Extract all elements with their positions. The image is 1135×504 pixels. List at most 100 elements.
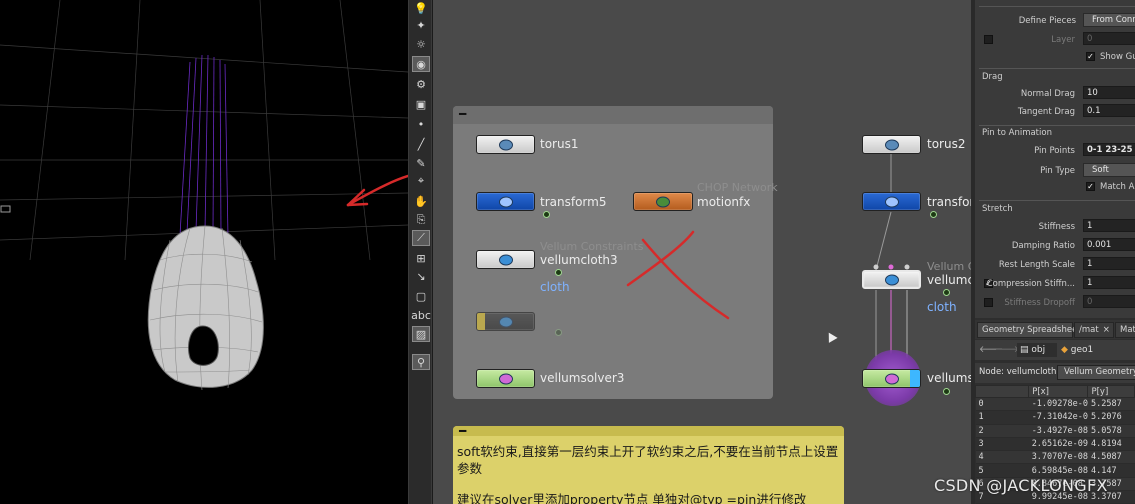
scene-viewport[interactable] [0, 0, 408, 504]
divider [979, 125, 1135, 126]
show-guide-checkbox[interactable]: ✓ [1086, 52, 1095, 61]
display-flag-icon[interactable] [555, 329, 562, 336]
col-py-header[interactable]: P[y] [1087, 385, 1135, 398]
tab-geometry-spreadsheet[interactable]: Geometry Spreadsheet× [977, 322, 1092, 338]
layer-field[interactable]: 0 [1083, 32, 1135, 45]
normal-drag-field[interactable]: 10 [1083, 86, 1135, 99]
node-bypassed-vellum[interactable] [476, 312, 535, 331]
display-flag-blue[interactable] [910, 370, 920, 387]
stiffness-field[interactable]: 1 [1083, 219, 1135, 232]
tab-label: Geometry Spreadsheet [982, 325, 1081, 335]
table-row[interactable]: 2 -3.4927e-08 5.0578 [975, 424, 1135, 438]
frame-icon[interactable]: ▢ [412, 288, 430, 304]
node-transform5[interactable] [476, 192, 535, 211]
tangent-drag-label: Tangent Drag [1017, 107, 1075, 117]
table-row[interactable]: 3 2.65162e-09 4.8194 [975, 437, 1135, 452]
pin-type-menu[interactable]: Soft [1083, 163, 1135, 177]
compression-field[interactable]: 1 [1083, 276, 1135, 289]
node-vellumsolver3[interactable] [476, 369, 535, 388]
display-flag-icon[interactable] [930, 211, 937, 218]
damping-ratio-label: Damping Ratio [1011, 241, 1075, 251]
display-flag-icon[interactable] [943, 289, 950, 296]
vellum-icon [498, 316, 513, 327]
display-flag-icon[interactable] [543, 211, 550, 218]
node-label-transform5: transform5 [540, 195, 607, 209]
node-label-vellumsolver3: vellumsolver3 [540, 371, 625, 385]
camera-view-icon[interactable]: ◉ [412, 56, 430, 72]
define-pieces-label: Define Pieces [1018, 16, 1076, 26]
text-tool[interactable]: abc [411, 307, 431, 323]
node-transform-right[interactable] [862, 192, 921, 211]
vellum-icon [884, 274, 899, 285]
location-pin-icon[interactable]: ⚲ [412, 354, 430, 370]
match-anim-checkbox[interactable]: ✓ [1086, 182, 1095, 191]
rest-length-field[interactable]: 1 [1083, 257, 1135, 270]
stretch-section-label: Stretch [982, 204, 1013, 214]
pin-tool-icon[interactable]: ↘ [412, 268, 430, 284]
node-path-label[interactable]: Node: vellumcloth5 [979, 367, 1062, 377]
layer-label: Layer [1051, 35, 1075, 45]
tangent-drag-field[interactable]: 0.1 [1083, 104, 1135, 117]
image-icon[interactable]: ▨ [412, 326, 430, 342]
node-vellumsolver-right[interactable] [862, 369, 921, 388]
drag-section-label: Drag [982, 72, 1003, 82]
table-row[interactable]: 4 3.70707e-08 4.5087 [975, 450, 1135, 465]
node-motionfx[interactable] [633, 192, 693, 211]
tab-mat[interactable]: /mat × [1074, 322, 1114, 338]
point-light-icon[interactable]: ✦ [412, 17, 430, 33]
node-vellumcloth3[interactable] [476, 250, 535, 269]
path-geo[interactable]: ◆ geo1 [1061, 343, 1093, 357]
table-row[interactable]: 1 -7.31042e-0 5.2076 [975, 410, 1135, 425]
spot-light-icon[interactable]: ☼ [412, 36, 430, 52]
point-icon[interactable]: • [412, 116, 430, 132]
sticky-note-text[interactable]: soft软约束,直接第一层约束上开了软约束之后,不要在当前节点上设置参数 建议在… [457, 443, 841, 504]
brush-icon[interactable]: ╱ [412, 136, 430, 152]
node-comment-vellum-right: Vellum C [927, 260, 971, 273]
network-box-header[interactable]: ━ [453, 106, 773, 124]
grid-snap-icon[interactable]: ⊞ [412, 250, 430, 266]
path-obj[interactable]: ▤ obj [1017, 343, 1057, 357]
display-flag-icon[interactable] [943, 388, 950, 395]
px-cell: -7.31042e-0 [1028, 410, 1088, 425]
pen-icon[interactable]: ✎ [412, 155, 430, 171]
define-pieces-menu[interactable]: From Conn [1083, 13, 1135, 27]
collapse-icon[interactable]: ━ [459, 108, 470, 120]
close-icon[interactable]: × [1103, 325, 1110, 335]
node-label-torus1: torus1 [540, 137, 579, 151]
sticky-header[interactable]: ━ [453, 425, 844, 437]
table-row[interactable]: 0 -1.09278e-0 5.2587 [975, 397, 1135, 412]
row-index-cell: 0 [975, 397, 1029, 412]
node-torus1[interactable] [476, 135, 535, 154]
display-options-icon[interactable]: ⚙ [412, 76, 430, 92]
viewport-canvas [0, 0, 408, 391]
col-index-header[interactable] [975, 385, 1030, 398]
snapshot-icon[interactable]: ▣ [412, 96, 430, 112]
col-px-header[interactable]: P[x] [1028, 385, 1089, 398]
bypass-flag[interactable] [477, 313, 485, 330]
px-cell: -1.09278e-0 [1028, 397, 1088, 412]
measure-icon[interactable]: ⌖ [412, 173, 430, 189]
node-label-vellumcloth3: vellumcloth3 [540, 253, 618, 267]
light-icon[interactable]: 💡 [412, 0, 430, 16]
hand-icon[interactable]: ✋ [412, 193, 430, 209]
stiffness-dropoff-field[interactable]: 0 [1083, 295, 1135, 308]
display-flag-icon[interactable] [555, 269, 562, 276]
tab-material[interactable]: Mate [1115, 322, 1135, 338]
damping-ratio-field[interactable]: 0.001 [1083, 238, 1135, 251]
py-cell: 5.0578 [1087, 424, 1135, 438]
pin-points-field[interactable]: 0-1 23-25 [1083, 143, 1135, 156]
sticky-line-2: 建议在solver里添加property节点 单独对@typ =pin进行修改 [457, 492, 807, 504]
node-vellumcloth-right[interactable] [862, 270, 921, 289]
vellum-icon [498, 254, 513, 265]
geometry-mode-menu[interactable]: Vellum Geometry [1057, 365, 1135, 380]
show-guide-label: Show Gui [1100, 52, 1135, 62]
solver-icon [884, 373, 899, 384]
network-editor[interactable]: ━ torus1 transform5 CHOP Network motionf… [433, 0, 971, 504]
normal-drag-label: Normal Drag [1020, 89, 1075, 99]
forward-arrow-icon[interactable]: 🡒 [995, 343, 1019, 357]
sticky-note[interactable]: ━ soft软约束,直接第一层约束上开了软约束之后,不要在当前节点上设置参数 建… [453, 425, 844, 504]
collapse-icon[interactable]: ━ [459, 425, 470, 437]
node-torus2[interactable] [862, 135, 921, 154]
stamp-icon[interactable]: ⎘ [412, 212, 430, 228]
ruler-icon[interactable]: ⟋ [412, 230, 430, 246]
